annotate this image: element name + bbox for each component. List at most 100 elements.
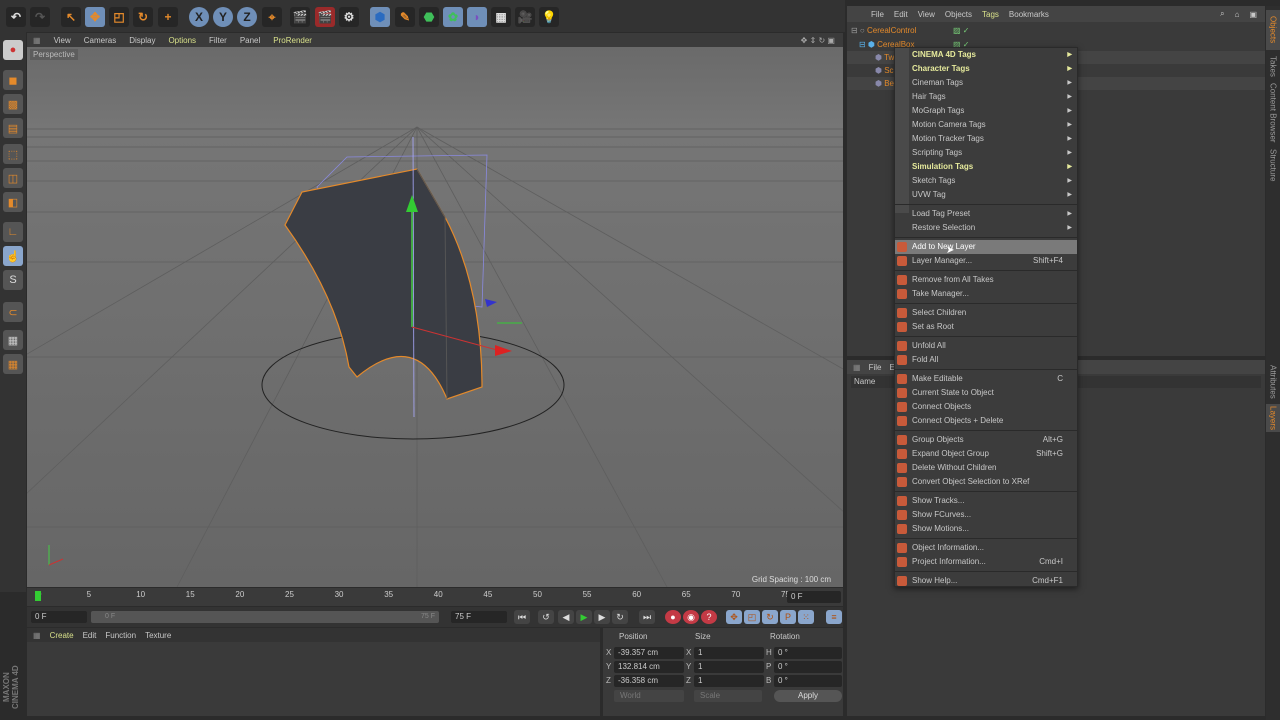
menu-item-connect-objects-delete[interactable]: Connect Objects + Delete xyxy=(895,414,1077,428)
tweak-mode-icon[interactable]: ☝ xyxy=(3,246,23,266)
apply-button[interactable]: Apply xyxy=(774,690,842,702)
viewport-nav-icons[interactable]: ✥ ⇕ ↻ ▣ xyxy=(801,36,835,45)
polygons-mode-icon[interactable]: ◧ xyxy=(3,192,23,212)
menu-item-current-state-to-object[interactable]: Current State to Object xyxy=(895,386,1077,400)
go-to-start-button[interactable]: ⏮ xyxy=(514,610,530,624)
menu-item-load-tag-preset[interactable]: Load Tag Preset ▶ xyxy=(895,207,1077,221)
snap-icon[interactable]: S xyxy=(3,270,23,290)
rotation-p-field[interactable]: 0 ° xyxy=(774,661,842,673)
light-button[interactable]: 💡 xyxy=(539,7,559,27)
go-to-end-button[interactable]: ⏭ xyxy=(639,610,655,624)
timeline-scheme-button[interactable]: ≡ xyxy=(826,610,842,624)
floor-button[interactable]: ▦ xyxy=(491,7,511,27)
menu-item-layer-manager[interactable]: Layer Manager... Shift+F4 xyxy=(895,254,1077,268)
next-key-button[interactable]: ↻ xyxy=(612,610,628,624)
menu-item-connect-objects[interactable]: Connect Objects xyxy=(895,400,1077,414)
menu-item-delete-without-children[interactable]: Delete Without Children xyxy=(895,461,1077,475)
menu-item-mograph-tags[interactable]: MoGraph Tags ▶ xyxy=(895,104,1077,118)
rotation-h-field[interactable]: 0 ° xyxy=(774,647,842,659)
menu-objects[interactable]: Objects xyxy=(945,10,972,19)
menu-item-cinema-4d-tags[interactable]: CINEMA 4D Tags ▶ xyxy=(895,48,1077,62)
menu-item-scripting-tags[interactable]: Scripting Tags ▶ xyxy=(895,146,1077,160)
current-frame-field[interactable]: 0 F xyxy=(787,591,841,603)
size-y-field[interactable]: 1 xyxy=(694,661,764,673)
menu-item-simulation-tags[interactable]: Simulation Tags ▶ xyxy=(895,160,1077,174)
y-axis-lock-button[interactable]: Y xyxy=(213,7,233,27)
workplane-mode-icon[interactable]: ▤ xyxy=(3,118,23,138)
live-selection-button[interactable]: ↖ xyxy=(61,7,81,27)
position-x-field[interactable]: -39.357 cm xyxy=(614,647,684,659)
menu-item-expand-object-group[interactable]: Expand Object Group Shift+G xyxy=(895,447,1077,461)
menu-item-set-as-root[interactable]: Set as Root xyxy=(895,320,1077,334)
tab-takes[interactable]: Takes xyxy=(1266,52,1280,80)
menu-bookmarks[interactable]: Bookmarks xyxy=(1009,10,1049,19)
tab-objects[interactable]: Objects xyxy=(1266,10,1280,50)
menu-cameras[interactable]: Cameras xyxy=(84,36,116,45)
magnet-icon[interactable]: ⊂ xyxy=(3,302,23,322)
play-button[interactable]: ▶ xyxy=(576,610,592,624)
workplane-icon[interactable]: ▦ xyxy=(3,330,23,350)
menu-item-project-information[interactable]: Project Information... Cmd+I xyxy=(895,555,1077,569)
key-scale-button[interactable]: ◰ xyxy=(744,610,760,624)
menu-item-motion-tracker-tags[interactable]: Motion Tracker Tags ▶ xyxy=(895,132,1077,146)
recent-tool-button[interactable]: + xyxy=(158,7,178,27)
record-keys-button[interactable]: ● xyxy=(665,610,681,624)
key-parameter-button[interactable]: P xyxy=(780,610,796,624)
menu-options[interactable]: Options xyxy=(168,36,196,45)
menu-item-restore-selection[interactable]: Restore Selection ▶ xyxy=(895,221,1077,235)
menu-item-show-motions[interactable]: Show Motions... xyxy=(895,522,1077,536)
menu-item-hair-tags[interactable]: Hair Tags ▶ xyxy=(895,90,1077,104)
menu-item-remove-from-all-takes[interactable]: Remove from All Takes xyxy=(895,273,1077,287)
mograph-cloner-button[interactable]: ✿ xyxy=(443,7,463,27)
menu-item-group-objects[interactable]: Group Objects Alt+G xyxy=(895,433,1077,447)
key-rotation-button[interactable]: ↻ xyxy=(762,610,778,624)
scale-tool-button[interactable]: ◰ xyxy=(109,7,129,27)
name-column[interactable]: Name xyxy=(854,377,875,386)
tab-content-browser[interactable]: Content Browser xyxy=(1266,82,1280,144)
cube-object-button[interactable]: ⬢ xyxy=(370,7,390,27)
previous-frame-button[interactable]: ◀ xyxy=(558,610,574,624)
key-pla-button[interactable]: ⁙ xyxy=(798,610,814,624)
search-icon[interactable]: ⌕ xyxy=(1220,9,1224,19)
texture-mode-icon[interactable]: ▩ xyxy=(3,94,23,114)
timeline-ruler[interactable]: 051015202530354045505560657075 0 F xyxy=(27,588,843,606)
menu-prorender[interactable]: ProRender xyxy=(273,36,312,45)
size-x-field[interactable]: 1 xyxy=(694,647,764,659)
model-mode-icon[interactable]: ◼ xyxy=(3,70,23,90)
tab-attributes[interactable]: Attributes xyxy=(1266,362,1280,402)
pen-spline-button[interactable]: ✎ xyxy=(395,7,415,27)
menu-file[interactable]: File xyxy=(871,10,884,19)
menu-item-uvw-tag[interactable]: UVW Tag ▶ xyxy=(895,188,1077,202)
keyframe-selection-button[interactable]: ? xyxy=(701,610,717,624)
menu-texture[interactable]: Texture xyxy=(145,631,171,640)
tab-structure[interactable]: Structure xyxy=(1266,146,1280,184)
menu-function[interactable]: Function xyxy=(105,631,136,640)
camera-button[interactable]: 🎥 xyxy=(515,7,535,27)
menu-item-character-tags[interactable]: Character Tags ▶ xyxy=(895,62,1077,76)
object-row-cerealcontrol[interactable]: ⊟ ○ CerealControl ▨ ✓ xyxy=(847,24,1265,37)
rotation-b-field[interactable]: 0 ° xyxy=(774,675,842,687)
position-y-field[interactable]: 132.814 cm xyxy=(614,661,684,673)
menu-item-show-tracks[interactable]: Show Tracks... xyxy=(895,494,1077,508)
previous-key-button[interactable]: ↺ xyxy=(538,610,554,624)
z-axis-lock-button[interactable]: Z xyxy=(237,7,257,27)
menu-item-cineman-tags[interactable]: Cineman Tags ▶ xyxy=(895,76,1077,90)
render-view-button[interactable]: 🎬 xyxy=(290,7,310,27)
points-mode-icon[interactable]: ⬚ xyxy=(3,144,23,164)
menu-item-show-fcurves[interactable]: Show FCurves... xyxy=(895,508,1077,522)
menu-item-make-editable[interactable]: Make Editable C xyxy=(895,372,1077,386)
size-mode-dropdown[interactable]: Scale xyxy=(694,690,762,702)
menu-edit[interactable]: Edit xyxy=(83,631,97,640)
coordinate-mode-dropdown[interactable]: World xyxy=(614,690,684,702)
undo-button[interactable]: ↶ xyxy=(6,7,26,27)
position-z-field[interactable]: -36.358 cm xyxy=(614,675,684,687)
menu-item-select-children[interactable]: Select Children xyxy=(895,306,1077,320)
menu-view[interactable]: View xyxy=(918,10,935,19)
menu-item-unfold-all[interactable]: Unfold All xyxy=(895,339,1077,353)
playhead[interactable] xyxy=(35,591,41,601)
autokeying-button[interactable]: ◉ xyxy=(683,610,699,624)
menu-tags[interactable]: Tags xyxy=(982,10,999,19)
make-editable-icon[interactable]: ● xyxy=(3,40,23,60)
menu-item-show-help[interactable]: Show Help... Cmd+F1 xyxy=(895,574,1077,588)
subdivision-button[interactable]: ⬣ xyxy=(419,7,439,27)
